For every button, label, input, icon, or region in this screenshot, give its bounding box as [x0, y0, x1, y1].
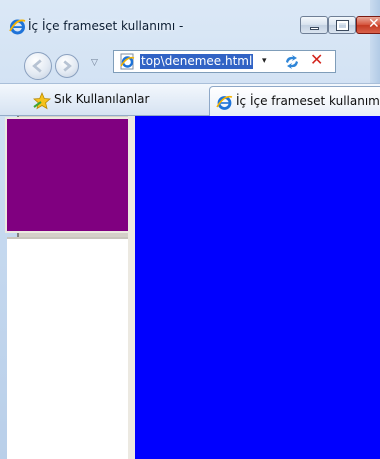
refresh-icon[interactable]	[283, 53, 301, 71]
address-input[interactable]: top\denemee.html	[140, 54, 254, 69]
frame-divider[interactable]	[128, 116, 135, 459]
forward-button[interactable]	[55, 54, 79, 78]
ie-logo-icon	[9, 19, 26, 35]
close-icon: ✕	[368, 16, 380, 32]
tab-label: İç İçe frameset kullanımı	[236, 94, 380, 108]
tab-frameset[interactable]: İç İçe frameset kullanımı	[209, 86, 380, 116]
address-dropdown[interactable]: ▾	[262, 56, 267, 66]
favorites-bar: Sık Kullanılanlar İç İçe frameset kullan…	[0, 83, 380, 116]
browser-window: İç İçe frameset kullanımı - ✕ ▽ top\dene…	[0, 0, 380, 459]
forward-arrow-icon	[63, 60, 72, 72]
minimize-icon	[310, 27, 319, 30]
back-arrow-icon	[32, 59, 42, 73]
minimize-button[interactable]	[300, 16, 328, 34]
favorites-star-icon[interactable]	[33, 92, 51, 110]
window-title: İç İçe frameset kullanımı -	[28, 19, 184, 33]
frame-left-top[interactable]	[7, 119, 128, 231]
ie-page-icon	[120, 53, 135, 70]
navigation-bar: ▽ top\denemee.html ▾ ✕	[0, 44, 380, 80]
back-button[interactable]	[24, 52, 52, 80]
maximize-icon	[336, 20, 349, 31]
frame-right[interactable]	[135, 116, 380, 459]
recent-pages-dropdown[interactable]: ▽	[91, 58, 98, 68]
close-button[interactable]: ✕	[356, 16, 380, 34]
ie-page-icon	[216, 95, 233, 110]
title-bar[interactable]: İç İçe frameset kullanımı - ✕	[0, 0, 380, 40]
maximize-button[interactable]	[328, 16, 356, 34]
frame-left-bottom[interactable]	[7, 237, 128, 459]
favorites-button[interactable]: Sık Kullanılanlar	[54, 92, 149, 106]
address-bar[interactable]: top\denemee.html ▾ ✕	[113, 50, 336, 73]
stop-button[interactable]: ✕	[310, 50, 323, 69]
